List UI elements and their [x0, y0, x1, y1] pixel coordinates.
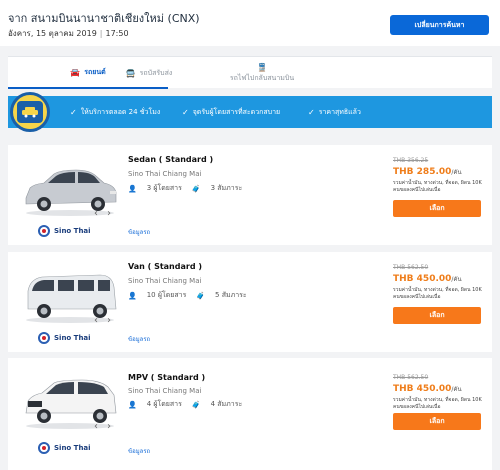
page-header: จาก สนามบินนานาชาติเชียงใหม่ (CNX) อังคา…: [0, 0, 500, 46]
luggage-icon: 🧳: [191, 184, 201, 193]
feature-label: ให้บริการตลอด 24 ชั่วโมง: [80, 108, 161, 116]
provider-name: Sino Thai: [54, 227, 91, 235]
service-badge-icon: [10, 92, 50, 132]
price-unit: /คัน: [451, 169, 462, 176]
provider-logo: Sino Thai: [38, 332, 91, 344]
car-company: Sino Thai Chiang Mai: [128, 387, 202, 395]
car-info-link[interactable]: ข้อมูลรถ: [128, 446, 150, 456]
car-info-link[interactable]: ข้อมูลรถ: [128, 334, 150, 344]
check-icon: ✓: [70, 108, 77, 117]
page-title: จาก สนามบินนานาชาติเชียงใหม่ (CNX): [8, 12, 200, 25]
train-icon: 🚆: [257, 62, 267, 72]
feature-24h: ✓ ให้บริการตลอด 24 ชั่วโมง: [70, 107, 160, 118]
change-search-button[interactable]: เปลี่ยนการค้นหา: [390, 15, 489, 35]
trip-date: อังคาร, 15 ตุลาคม 2019: [8, 29, 97, 38]
transport-tabs: 🚘 รถยนต์ 🚍 รถบัสรับส่ง 🚆 รถไฟไปกลับสนามบ…: [8, 56, 492, 89]
luggage-icon: 🧳: [191, 400, 201, 409]
select-button[interactable]: เลือก: [393, 200, 481, 217]
trip-time: 17:50: [105, 29, 129, 38]
tab-train[interactable]: 🚆 รถไฟไปกลับสนามบิน: [182, 57, 342, 89]
car-specs: 👤 3 ผู้โดยสาร 🧳 3 สัมภาระ: [128, 183, 242, 194]
passenger-icon: 👤: [128, 184, 137, 193]
price-unit: /คัน: [451, 386, 462, 393]
car-name: Sedan ( Standard ): [128, 155, 214, 164]
check-icon: ✓: [182, 108, 189, 117]
price-note: รวมค่าน้ำมัน, ทางด่วน, ที่จอด, ผิดน 10K …: [393, 397, 482, 410]
next-image-chevron-icon[interactable]: ›: [107, 208, 111, 219]
mpv-image: [25, 379, 117, 429]
provider-name: Sino Thai: [54, 444, 91, 452]
luggage-count: 4 สัมภาระ: [210, 400, 243, 408]
check-icon: ✓: [308, 108, 315, 117]
tab-bus-label: รถบัสรับส่ง: [139, 68, 173, 77]
sino-thai-logo-icon: [38, 442, 50, 454]
bus-icon: 🚍: [125, 68, 136, 78]
car-card-sedan: ‹ › Sino Thai Sedan ( Standard ) Sino Th…: [8, 145, 492, 245]
feature-price: ✓ ราคาสุทธิแล้ว: [308, 107, 361, 118]
trip-datetime: อังคาร, 15 ตุลาคม 2019 | 17:50: [8, 27, 129, 40]
feature-label: จุดรับผู้โดยสารที่สะดวกสบาย: [192, 108, 281, 116]
car-specs: 👤 10 ผู้โดยสาร 🧳 5 สัมภาระ: [128, 290, 247, 301]
passenger-count: 3 ผู้โดยสาร: [146, 184, 182, 192]
sino-thai-logo-icon: [38, 332, 50, 344]
car-info-link[interactable]: ข้อมูลรถ: [128, 227, 150, 237]
current-price: THB 450.00/คัน: [393, 274, 462, 284]
provider-logo: Sino Thai: [38, 442, 91, 454]
luggage-count: 3 สัมภาระ: [210, 184, 243, 192]
passenger-count: 4 ผู้โดยสาร: [146, 400, 182, 408]
price-value: THB 450.00: [393, 274, 452, 284]
select-button[interactable]: เลือก: [393, 307, 481, 324]
car-card-mpv: ‹ › Sino Thai MPV ( Standard ) Sino Thai…: [8, 358, 492, 470]
car-name: Van ( Standard ): [128, 262, 202, 271]
feature-label: ราคาสุทธิแล้ว: [318, 108, 361, 116]
passenger-count: 10 ผู้โดยสาร: [146, 291, 187, 299]
price-value: THB 450.00: [393, 384, 452, 394]
sedan-image: [25, 169, 117, 216]
original-price: THB 562.50: [393, 374, 429, 381]
prev-image-chevron-icon[interactable]: ‹: [94, 315, 98, 326]
select-button[interactable]: เลือก: [393, 413, 481, 430]
car-name: MPV ( Standard ): [128, 373, 206, 382]
car-company: Sino Thai Chiang Mai: [128, 170, 202, 178]
sino-thai-logo-icon: [38, 225, 50, 237]
price-unit: /คัน: [451, 276, 462, 283]
current-price: THB 450.00/คัน: [393, 384, 462, 394]
car-specs: 👤 4 ผู้โดยสาร 🧳 4 สัมภาระ: [128, 399, 242, 410]
provider-name: Sino Thai: [54, 334, 91, 342]
passenger-icon: 👤: [128, 291, 137, 300]
original-price: THB 562.50: [393, 264, 429, 271]
price-note: รวมค่าน้ำมัน, ทางด่วน, ที่จอด, ผิดน 10K …: [393, 180, 482, 193]
price-note: รวมค่าน้ำมัน, ทางด่วน, ที่จอด, ผิดน 10K …: [393, 287, 482, 300]
car-badge-icon: [22, 107, 38, 118]
price-value: THB 285.00: [393, 167, 452, 177]
prev-image-chevron-icon[interactable]: ‹: [94, 421, 98, 432]
next-image-chevron-icon[interactable]: ›: [107, 315, 111, 326]
luggage-icon: 🧳: [196, 291, 206, 300]
current-price: THB 285.00/คัน: [393, 167, 462, 177]
separator: |: [99, 29, 103, 38]
car-company: Sino Thai Chiang Mai: [128, 277, 202, 285]
van-image: [26, 274, 117, 323]
luggage-count: 5 สัมภาระ: [215, 291, 247, 299]
provider-logo: Sino Thai: [38, 225, 91, 237]
passenger-icon: 👤: [128, 400, 137, 409]
prev-image-chevron-icon[interactable]: ‹: [94, 208, 98, 219]
car-card-van: ‹ › Sino Thai Van ( Standard ) Sino Thai…: [8, 252, 492, 352]
feature-pickup: ✓ จุดรับผู้โดยสารที่สะดวกสบาย: [182, 107, 280, 118]
tab-train-label: รถไฟไปกลับสนามบิน: [229, 73, 295, 82]
next-image-chevron-icon[interactable]: ›: [107, 421, 111, 432]
original-price: THB 356.25: [393, 157, 429, 164]
